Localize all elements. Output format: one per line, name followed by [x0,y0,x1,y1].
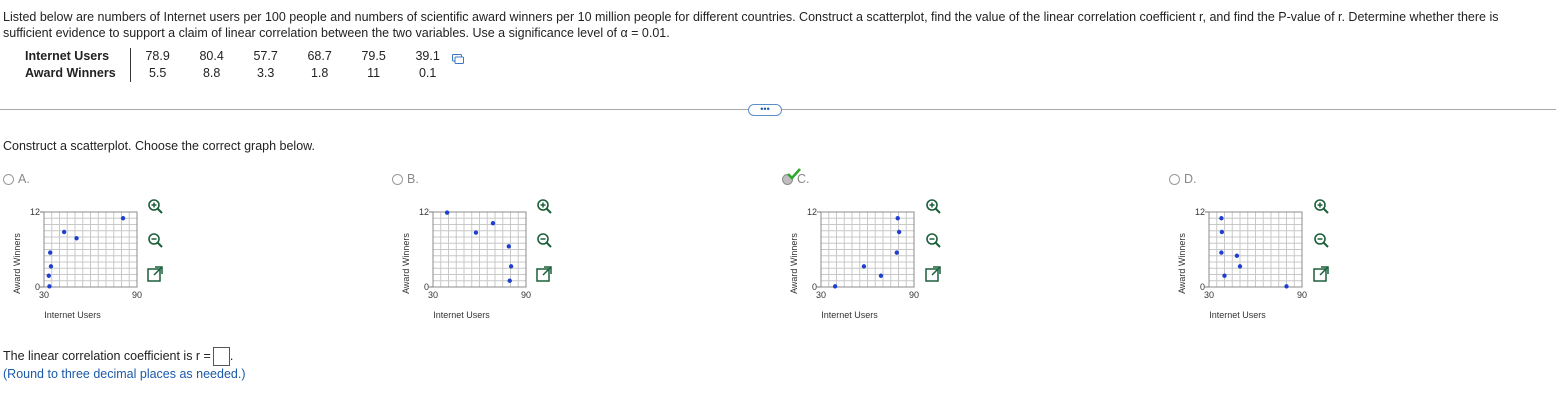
data-point [48,264,54,269]
data-point [1234,253,1240,258]
option-d[interactable]: D. [1169,172,1197,186]
y-axis-label: Award Winners [12,233,22,294]
data-point [46,273,52,278]
checkmark-icon [787,167,801,180]
x-axis-label: Internet Users [44,310,101,320]
x-tick-label: 30 [428,290,438,300]
row-label-award-winners: Award Winners [25,65,131,82]
table-row: Award Winners 5.5 8.8 3.3 1.8 11 0.1 [25,65,455,82]
more-button[interactable]: ••• [748,104,782,116]
data-point [895,216,900,221]
zoom-in-icon[interactable] [146,197,164,215]
x-axis-label: Internet Users [433,310,490,320]
data-point [48,250,53,255]
data-point [47,284,52,289]
data-point [1284,284,1289,289]
zoom-out-icon[interactable] [924,231,942,249]
data-point [832,284,838,289]
data-point [1237,264,1243,269]
data-point [894,250,899,255]
x-tick-label: 90 [909,290,919,300]
scatterplot-option-b: 12030 90Internet UsersAward Winners [401,207,531,320]
x-tick-label: 30 [1204,290,1214,300]
data-point [508,264,514,269]
rounding-note: (Round to three decimal places as needed… [3,367,246,381]
x-tick-label: 30 [816,290,826,300]
x-tick-label: 90 [132,290,142,300]
r-prefix: The linear correlation coefficient is r … [3,348,211,363]
option-a[interactable]: A. [3,172,30,186]
table-cell: 39.1 [415,49,440,63]
data-point [473,230,479,235]
copy-data-icon[interactable] [452,54,464,64]
zoom-out-icon[interactable] [535,231,553,249]
pop-out-icon[interactable] [924,265,942,283]
option-letter: B. [407,172,419,186]
r-suffix: . [229,348,234,363]
option-letter: D. [1184,172,1197,186]
data-point [506,244,511,249]
table-cell: 1.8 [310,66,329,80]
table-cell: 78.9 [145,49,170,63]
zoom-in-icon[interactable] [535,197,553,215]
data-point [1222,273,1227,278]
data-point [1219,229,1225,235]
data-point [490,221,496,226]
r-answer-box[interactable] [212,347,230,366]
question-text: Listed below are numbers of Internet use… [3,10,1499,40]
x-axis-label: Internet Users [821,310,878,320]
option-b[interactable]: B. [392,172,419,186]
pop-out-icon[interactable] [535,265,553,283]
pop-out-icon[interactable] [146,265,164,283]
table-cell: 8.8 [202,66,221,80]
radio-button[interactable] [3,173,14,185]
option-c[interactable]: C. [782,167,810,186]
data-point [120,216,126,221]
zoom-in-icon[interactable] [924,197,942,215]
step-prompt: Construct a scatterplot. Choose the corr… [3,139,315,153]
y-axis-label: Award Winners [401,233,411,294]
y-tick-label: 12 [30,207,40,217]
y-tick-label: 12 [419,207,429,217]
data-point [878,273,884,278]
x-tick-label: 30 [39,290,49,300]
zoom-out-icon[interactable] [146,231,164,249]
data-point [444,210,450,215]
data-point [61,229,67,235]
data-point [1219,216,1224,221]
x-tick-label: 90 [1297,290,1307,300]
table-cell: 57.7 [253,49,278,63]
scatterplot-option-d: 12030 90Internet UsersAward Winners [1177,207,1307,320]
data-point [1219,250,1224,255]
radio-button[interactable] [392,173,403,185]
data-point [74,236,79,241]
data-point [896,229,902,235]
table-cell: 68.7 [307,49,332,63]
y-tick-label: 12 [1195,207,1205,217]
x-tick-label: 90 [521,290,531,300]
table-cell: 5.5 [148,66,167,80]
scatterplot-option-a: 12030 90Internet UsersAward Winners [12,207,142,320]
x-axis-label: Internet Users [1209,310,1266,320]
y-axis-label: Award Winners [789,233,799,294]
table-cell: 3.3 [256,66,275,80]
table-cell: 0.1 [418,66,437,80]
table-cell: 79.5 [361,49,386,63]
scatterplot-option-c: 12030 90Internet UsersAward Winners [789,207,919,320]
data-point [507,278,512,283]
table-cell: 11 [367,66,381,80]
y-axis-label: Award Winners [1177,233,1187,294]
option-letter: A. [18,172,30,186]
zoom-in-icon[interactable] [1312,197,1330,215]
data-point [861,264,867,269]
pop-out-icon[interactable] [1312,265,1330,283]
zoom-out-icon[interactable] [1312,231,1330,249]
table-cell: 80.4 [199,49,224,63]
data-table: Internet Users 78.9 80.4 57.7 68.7 79.5 … [25,48,455,82]
y-tick-label: 12 [807,207,817,217]
row-label-internet-users: Internet Users [25,48,131,65]
correlation-line: The linear correlation coefficient is r … [3,347,233,366]
table-row: Internet Users 78.9 80.4 57.7 68.7 79.5 … [25,48,455,65]
radio-button[interactable] [1169,173,1180,185]
